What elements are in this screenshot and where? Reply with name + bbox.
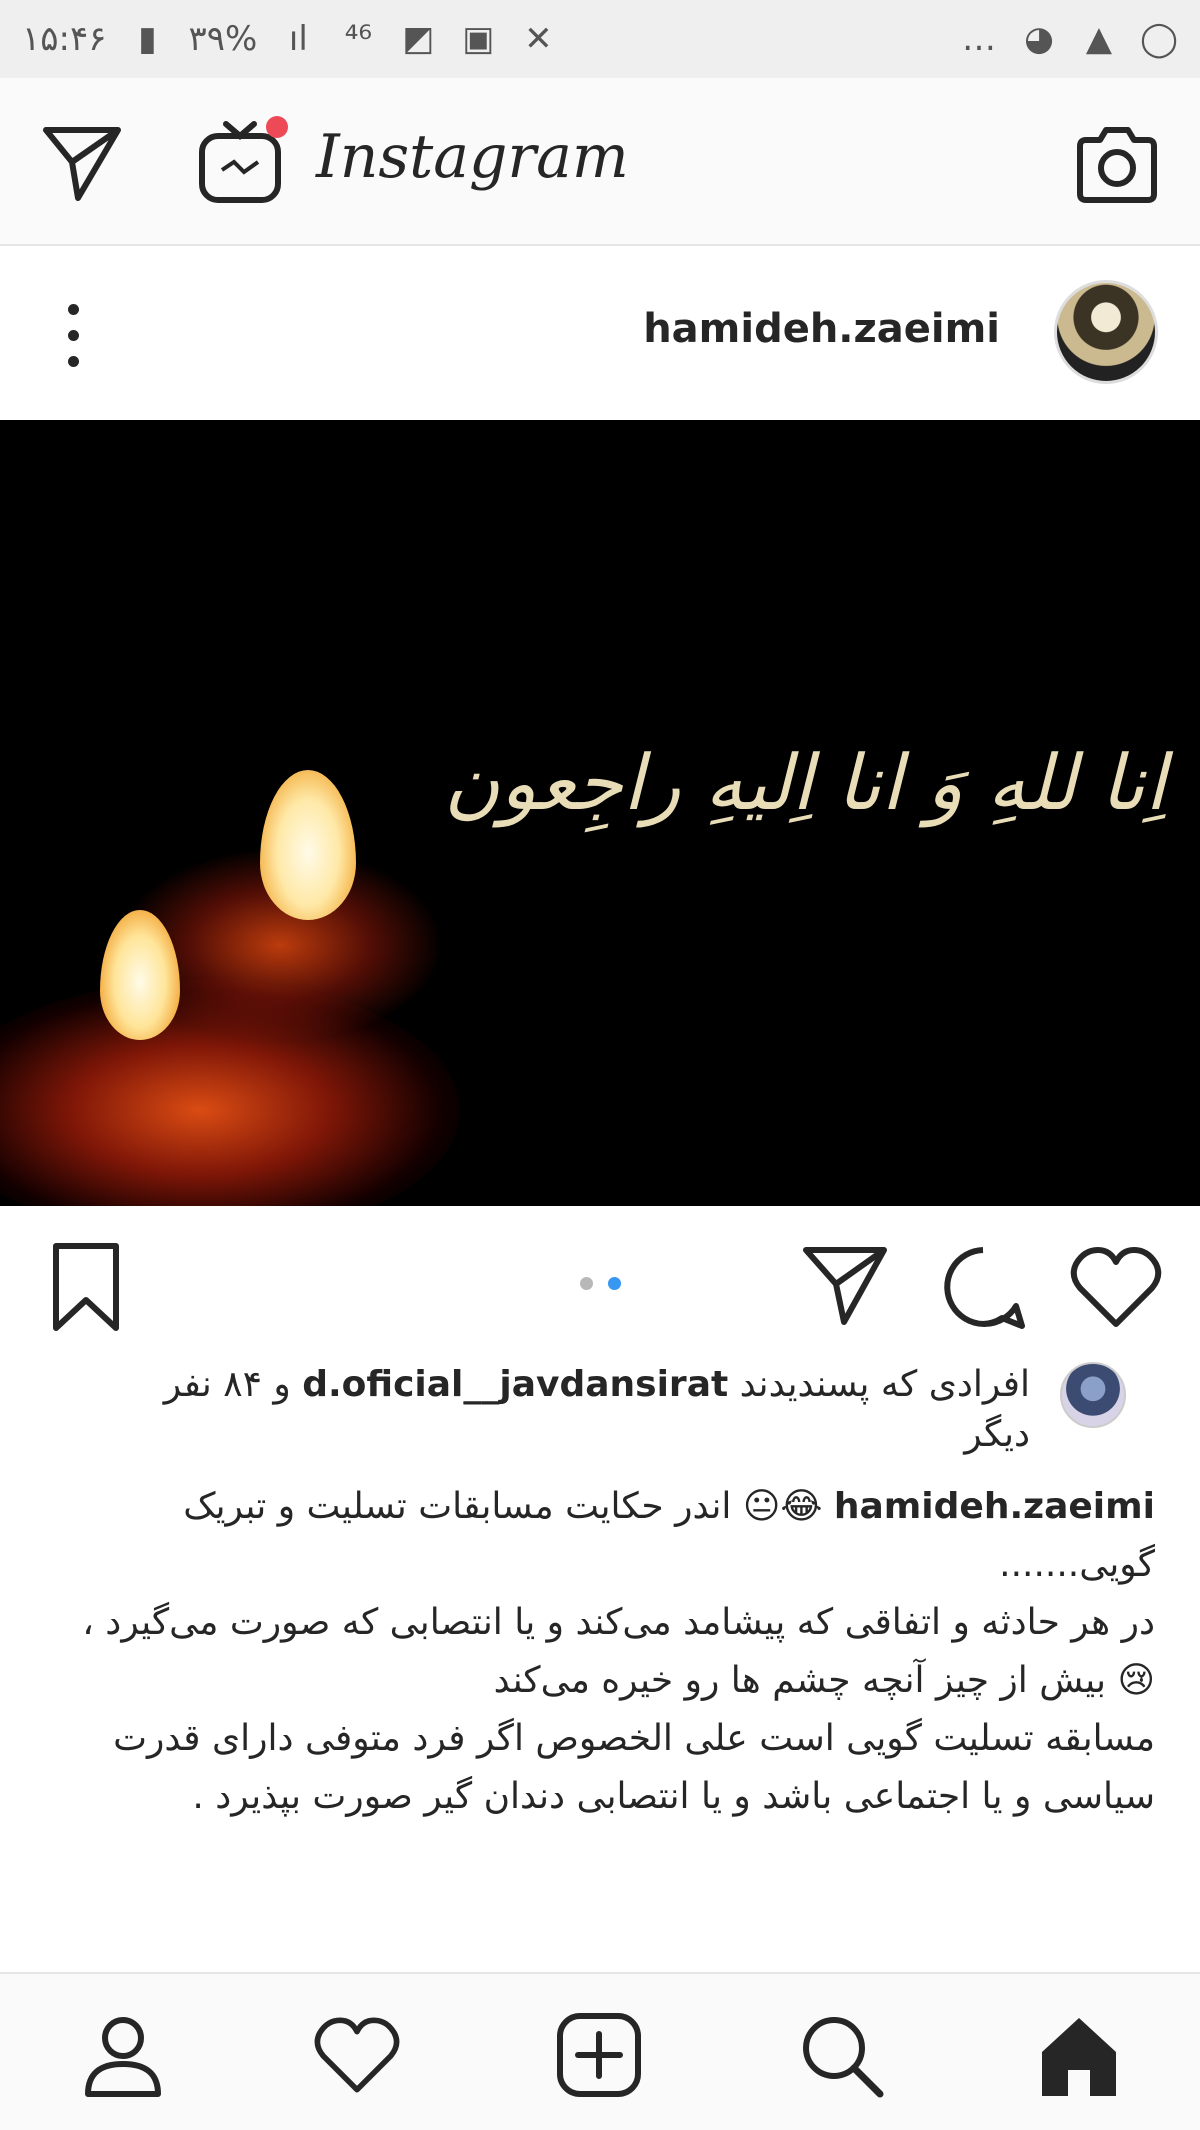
search-icon[interactable] bbox=[796, 2010, 886, 2100]
more-options-icon[interactable] bbox=[64, 304, 84, 368]
signal-icon: ıl bbox=[288, 19, 308, 59]
whatsapp-icon: ◯ bbox=[1139, 19, 1179, 59]
more-notifications-icon: … bbox=[962, 19, 996, 59]
status-bar: ۱۵:۴۶ ▮ ۳۹% ıl ⁴⁶ ◩ ▣ ✕ … ◕ ▲ ◯ bbox=[0, 0, 1200, 78]
network-icon: ⁴⁶ bbox=[344, 19, 372, 59]
likes-prefix: افرادی که پسندیدند bbox=[739, 1364, 1030, 1405]
activity-heart-icon[interactable] bbox=[312, 2010, 402, 2100]
battery-icon: ▮ bbox=[138, 19, 157, 59]
bottom-navigation bbox=[0, 1972, 1200, 2130]
bookmark-icon[interactable] bbox=[46, 1240, 126, 1334]
new-post-icon[interactable] bbox=[554, 2010, 644, 2100]
post-image[interactable]: اِنا للهِ وَ انا اِلیهِ راجِعون bbox=[0, 420, 1200, 1206]
caption-username[interactable]: hamideh.zaeimi bbox=[834, 1486, 1155, 1527]
clock-time: ۱۵:۴۶ bbox=[22, 19, 107, 59]
send-icon[interactable] bbox=[40, 120, 124, 204]
post-header: hamideh.zaeimi bbox=[0, 262, 1200, 402]
camera-icon[interactable] bbox=[1072, 122, 1162, 206]
caption-line: hamideh.zaeimi 😂😐 اندر حکایت مسابقات تسل… bbox=[70, 1478, 1155, 1594]
likes-user[interactable]: d.oficial__javdansirat bbox=[302, 1364, 728, 1405]
liker-avatar[interactable] bbox=[1060, 1362, 1126, 1428]
caption-line: مسابقه تسلیت گویی است علی الخصوص اگر فرد… bbox=[113, 1718, 1155, 1817]
notification-b-icon: ▣ bbox=[462, 19, 495, 59]
comment-icon[interactable] bbox=[938, 1242, 1028, 1332]
likes-text[interactable]: افرادی که پسندیدند d.oficial__javdansira… bbox=[90, 1360, 1030, 1460]
post-username[interactable]: hamideh.zaeimi bbox=[643, 306, 1000, 352]
profile-icon[interactable] bbox=[78, 2010, 168, 2100]
caption-emoji: 😂😐 bbox=[742, 1486, 823, 1527]
battery-percent: ۳۹% bbox=[188, 19, 258, 59]
carousel-dot-inactive bbox=[580, 1277, 593, 1290]
igtv-notification-dot bbox=[266, 116, 288, 138]
caption-line: 😢 بیش از چیز آنچه چشم ها رو خیره می‌کند bbox=[70, 1652, 1155, 1710]
caption-line: در هر حادثه و اتفاقی که پیشامد می‌کند و … bbox=[82, 1602, 1155, 1643]
post-actions bbox=[0, 1222, 1200, 1346]
app-notification-icon: ◕ bbox=[1024, 19, 1054, 59]
caption-text: بیش از چیز آنچه چشم ها رو خیره می‌کند bbox=[493, 1660, 1107, 1701]
carousel-indicator bbox=[574, 1274, 634, 1294]
home-icon[interactable] bbox=[1034, 2010, 1124, 2100]
no-signal-icon: ◩ bbox=[402, 19, 435, 59]
post-avatar[interactable] bbox=[1054, 280, 1158, 384]
warning-icon: ▲ bbox=[1085, 19, 1113, 59]
post-caption: hamideh.zaeimi 😂😐 اندر حکایت مسابقات تسل… bbox=[70, 1478, 1155, 1826]
app-header: Instagram bbox=[0, 78, 1200, 246]
caption-emoji: 😢 bbox=[1117, 1660, 1155, 1701]
image-calligraphy-text: اِنا للهِ وَ انا اِلیهِ راجِعون bbox=[444, 738, 1166, 827]
status-left: ۱۵:۴۶ ▮ ۳۹% ıl ⁴⁶ ◩ ▣ ✕ bbox=[22, 19, 557, 59]
carousel-dot-active bbox=[608, 1277, 621, 1290]
status-right: … ◕ ▲ ◯ bbox=[960, 19, 1178, 59]
mute-icon: ✕ bbox=[524, 19, 553, 59]
heart-icon[interactable] bbox=[1068, 1244, 1164, 1330]
share-icon[interactable] bbox=[800, 1242, 890, 1328]
instagram-logo: Instagram bbox=[316, 122, 629, 192]
candle-flame bbox=[260, 770, 356, 920]
